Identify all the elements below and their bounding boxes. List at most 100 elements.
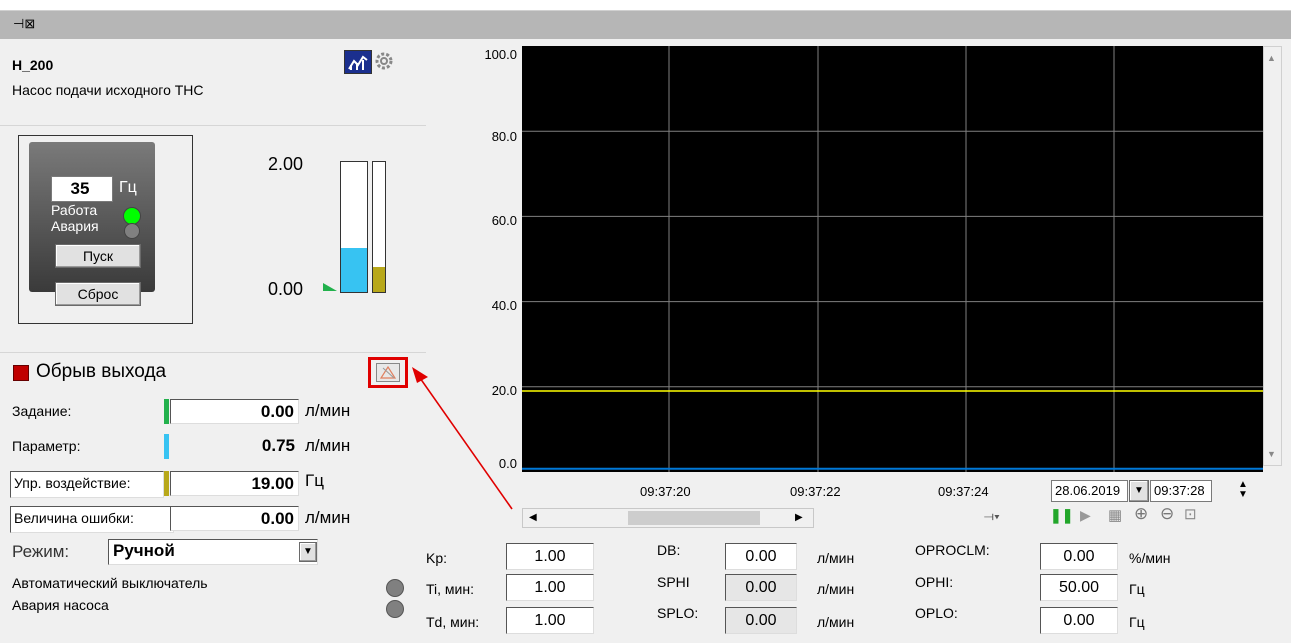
gauge-bar-output-fill: [373, 267, 385, 292]
kp-field[interactable]: 1.00: [506, 543, 594, 570]
sphi-field: 0.00: [725, 574, 797, 601]
param-unit: л/мин: [305, 401, 351, 420]
gauge-bar-process: [340, 161, 368, 293]
fault-label: Авария: [51, 218, 99, 234]
y-tick-label: 80.0: [491, 129, 517, 144]
table-icon[interactable]: ▦: [1108, 506, 1122, 524]
y-tick-label: 20.0: [491, 383, 517, 398]
scroll-down-icon[interactable]: ▼: [1267, 449, 1276, 459]
trend-icon[interactable]: [344, 50, 372, 74]
zoom-in-icon[interactable]: ⊕: [1134, 504, 1148, 524]
reset-button[interactable]: Сброс: [55, 282, 141, 306]
sphi-unit: л/мин: [817, 581, 855, 597]
param-label: Задание:: [12, 403, 72, 419]
x-tick-label: 09:37:20: [640, 484, 691, 499]
setpoint-field[interactable]: 0.00: [170, 399, 299, 424]
param-unit: л/мин: [305, 508, 351, 527]
splo-field: 0.00: [725, 607, 797, 634]
device-panel: H_200 Насос подачи исходного ТНС 35 Гц Р…: [0, 39, 426, 643]
pump-fault-label: Авария насоса: [12, 597, 109, 613]
gauge-max-label: 2.00: [268, 154, 304, 174]
alarm-bell-icon: [13, 365, 29, 381]
pump-fault-indicator: [386, 600, 404, 618]
mode-value: Ручной: [113, 541, 175, 560]
vertical-scrollbar[interactable]: ▲ ▼: [1263, 46, 1282, 466]
ti-label: Ti, мин:: [426, 581, 474, 597]
setpoint-marker: [323, 283, 337, 291]
play-icon[interactable]: ▶: [1080, 507, 1091, 524]
mode-select[interactable]: Ручной ▼: [108, 539, 318, 565]
ophi-unit: Гц: [1129, 581, 1145, 597]
param-label: Величина ошибки:: [14, 510, 134, 526]
chevron-down-icon[interactable]: ▼: [299, 542, 317, 562]
y-tick-label: 40.0: [491, 298, 517, 313]
scroll-thumb[interactable]: [628, 511, 760, 525]
td-label: Td, мин:: [426, 614, 480, 630]
param-unit: Гц: [305, 471, 324, 490]
gauge-bar-output: [372, 161, 386, 293]
mode-label: Режим:: [12, 542, 70, 561]
db-label: DB:: [657, 542, 681, 558]
start-button[interactable]: Пуск: [55, 244, 141, 268]
time-spinner-icon[interactable]: ▲ ▼: [1234, 480, 1252, 500]
oproclm-label: OPROCLM:: [915, 542, 990, 558]
param-color-bar: [164, 434, 169, 459]
y-tick-label: 60.0: [491, 213, 517, 228]
alarm-label: Обрыв выхода: [36, 361, 167, 382]
breaker-label: Автоматический выключатель: [12, 575, 208, 591]
param-color-bar: [164, 399, 169, 424]
device-description: Насос подачи исходного ТНС: [12, 82, 204, 98]
param-unit: л/мин: [305, 436, 351, 455]
y-tick-label: 100.0: [484, 47, 517, 62]
freq-unit: Гц: [119, 179, 137, 196]
ruler-icon[interactable]: ⟞▾: [984, 509, 1000, 524]
time-value: 09:37:28: [1154, 483, 1205, 498]
scroll-right-icon[interactable]: ▶: [795, 512, 803, 523]
db-field[interactable]: 0.00: [725, 543, 797, 570]
process-value: 0.75: [261, 436, 295, 455]
param-color-bar: [164, 471, 169, 496]
ophi-label: OPHI:: [915, 574, 954, 590]
x-tick-label: 09:37:24: [938, 484, 989, 499]
td-field[interactable]: 1.00: [506, 607, 594, 634]
sphi-label: SPHI: [657, 574, 690, 590]
horizontal-scrollbar[interactable]: ◀ ▶: [522, 508, 814, 528]
fault-indicator: [124, 223, 140, 239]
gauge-min-label: 0.00: [268, 279, 304, 299]
plot-background: [522, 46, 1263, 472]
time-field[interactable]: 09:37:28: [1150, 480, 1212, 502]
gear-icon[interactable]: [372, 50, 396, 72]
x-tick-label: 09:37:22: [790, 484, 841, 499]
device-tag: H_200: [12, 57, 54, 73]
kp-label: Kp:: [426, 550, 448, 566]
oproclm-unit: %/мин: [1129, 550, 1171, 566]
date-value: 28.06.2019: [1055, 483, 1121, 498]
run-label: Работа: [51, 202, 98, 218]
zoom-fit-icon[interactable]: ⊡: [1184, 505, 1197, 523]
date-field[interactable]: 28.06.2019: [1051, 480, 1128, 502]
param-label: Упр. воздействие:: [14, 475, 131, 491]
oproclm-field[interactable]: 0.00: [1040, 543, 1118, 570]
splo-unit: л/мин: [817, 614, 855, 630]
pid-params-area: Kp: 1.00 Ti, мин: 1.00 Td, мин: 1.00 DB:…: [426, 532, 1291, 643]
zoom-out-icon[interactable]: ⊖: [1160, 504, 1174, 524]
trend-panel: 100.0 80.0 60.0 40.0 20.0 0.0 ▲ ▼ 09:37:…: [426, 39, 1291, 643]
ophi-field[interactable]: 50.00: [1040, 574, 1118, 601]
gauge-bar-process-fill: [341, 247, 367, 292]
scroll-up-icon[interactable]: ▲: [1267, 53, 1276, 63]
date-dropdown-icon[interactable]: ▼: [1129, 480, 1149, 502]
pin-icon[interactable]: ⊣⊠: [13, 16, 35, 32]
oplo-label: OPLO:: [915, 605, 958, 621]
alarm-ack-icon[interactable]: [376, 363, 400, 382]
output-field[interactable]: 19.00: [170, 471, 299, 496]
device-frame: 35 Гц Работа Авария Пуск Сброс: [18, 135, 193, 324]
scroll-left-icon[interactable]: ◀: [529, 512, 537, 523]
trend-plot[interactable]: [522, 46, 1263, 472]
oplo-field[interactable]: 0.00: [1040, 607, 1118, 634]
breaker-indicator: [386, 579, 404, 597]
divider: [0, 125, 426, 126]
error-field: 0.00: [170, 506, 299, 531]
param-label: Параметр:: [12, 438, 81, 454]
ti-field[interactable]: 1.00: [506, 574, 594, 601]
pause-icon[interactable]: ❚❚: [1050, 507, 1073, 524]
